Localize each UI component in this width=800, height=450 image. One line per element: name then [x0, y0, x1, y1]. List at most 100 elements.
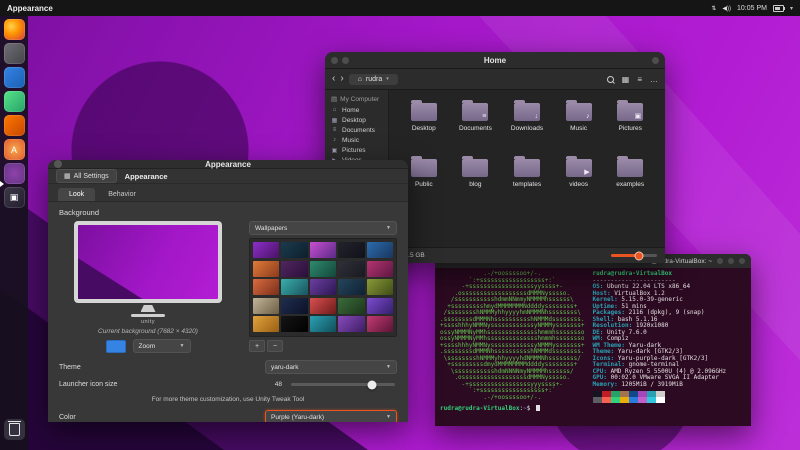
- zoom-slider-knob[interactable]: [634, 251, 643, 260]
- chevron-down-icon: ▼: [381, 364, 391, 370]
- wallpaper-thumbnail[interactable]: [281, 298, 307, 314]
- folder-tile[interactable]: ▣ Pictures: [605, 98, 655, 152]
- minimize-button[interactable]: [717, 258, 723, 264]
- wallpaper-thumbnail[interactable]: [310, 242, 336, 258]
- wallpaper-thumbnail[interactable]: [310, 298, 336, 314]
- folder-tile[interactable]: ♪ Music: [554, 98, 604, 152]
- firefox-icon[interactable]: [4, 19, 25, 40]
- files-content-grid: Desktop ≡ Documents ↓ Downloads: [389, 90, 665, 247]
- palette-swatch: [602, 397, 611, 403]
- palette-swatch: [629, 397, 638, 403]
- trash-launcher-item[interactable]: [4, 419, 25, 440]
- sidebar-item[interactable]: ≡ Documents: [325, 125, 388, 135]
- sidebar-item-icon: ▦: [331, 117, 338, 124]
- sidebar-item[interactable]: ▣ Pictures: [325, 145, 388, 155]
- wallpaper-thumbnail[interactable]: [367, 298, 393, 314]
- sidebar-item[interactable]: ♪ Music: [325, 135, 388, 145]
- wallpaper-thumbnail[interactable]: [338, 242, 364, 258]
- sidebar-item-icon: ♪: [331, 137, 338, 143]
- search-icon[interactable]: [607, 76, 614, 83]
- chevron-down-icon: ▾: [386, 76, 389, 82]
- libreoffice-calc-icon[interactable]: [4, 91, 25, 112]
- network-icon[interactable]: ⇅: [711, 5, 716, 12]
- folder-tile[interactable]: blog: [451, 154, 501, 208]
- add-wallpaper-button[interactable]: +: [249, 340, 265, 352]
- wallpaper-thumbnail[interactable]: [367, 242, 393, 258]
- terminal-prompt[interactable]: rudra@rudra-VirtualBox:~$: [440, 405, 746, 413]
- folder-label: Documents: [459, 125, 492, 132]
- wallpaper-thumbnail[interactable]: [338, 261, 364, 277]
- wallpaper-thumbnail[interactable]: [281, 261, 307, 277]
- menu-icon[interactable]: …: [650, 75, 658, 84]
- libreoffice-impress-icon[interactable]: [4, 115, 25, 136]
- folder-emblem-icon: ≡: [482, 113, 486, 120]
- wallpaper-thumbnail[interactable]: [253, 298, 279, 314]
- wallpaper-thumbnail[interactable]: [338, 298, 364, 314]
- close-button[interactable]: [739, 258, 745, 264]
- wallpaper-thumbnail[interactable]: [367, 279, 393, 295]
- trash-icon: [9, 423, 20, 436]
- wallpaper-thumbnail[interactable]: [253, 261, 279, 277]
- zoom-slider[interactable]: [611, 254, 657, 257]
- folder-tile[interactable]: ▶ videos: [554, 154, 604, 208]
- wallpaper-thumbnail[interactable]: [253, 279, 279, 295]
- background-color-swatch[interactable]: [106, 340, 126, 353]
- files-icon[interactable]: [4, 43, 25, 64]
- folder-icon: [462, 159, 488, 177]
- path-bar[interactable]: ⌂ rudra ▾: [349, 74, 398, 85]
- wallpaper-thumbnail[interactable]: [310, 316, 336, 332]
- battery-icon[interactable]: [773, 5, 784, 12]
- theme-dropdown[interactable]: yaru-dark ▼: [265, 360, 397, 374]
- folder-tile[interactable]: examples: [605, 154, 655, 208]
- tab-look[interactable]: Look: [58, 188, 95, 201]
- list-view-icon[interactable]: ≡: [637, 75, 642, 84]
- wallpaper-thumbnail[interactable]: [310, 261, 336, 277]
- palette-swatch: [647, 397, 656, 403]
- forward-button[interactable]: ›: [340, 74, 343, 84]
- appearance-titlebar[interactable]: Appearance: [48, 160, 408, 169]
- slider-knob[interactable]: [368, 380, 377, 389]
- wallpaper-thumbnail[interactable]: [253, 242, 279, 258]
- libreoffice-writer-icon[interactable]: [4, 67, 25, 88]
- wallpaper-thumbnail[interactable]: [338, 279, 364, 295]
- zoom-dropdown[interactable]: Zoom ▼: [133, 339, 191, 353]
- wallpaper-thumbnail[interactable]: [310, 279, 336, 295]
- sidebar-item-label: Desktop: [342, 117, 366, 124]
- settings-icon[interactable]: [4, 163, 25, 184]
- folder-tile[interactable]: Desktop: [399, 98, 449, 152]
- folder-tile[interactable]: templates: [502, 154, 552, 208]
- wallpaper-thumbnail[interactable]: [367, 316, 393, 332]
- breadcrumb: Appearance: [125, 172, 168, 181]
- maximize-button[interactable]: [728, 258, 734, 264]
- wallpaper-thumbnail[interactable]: [367, 261, 393, 277]
- wallpaper-thumbnail[interactable]: [281, 242, 307, 258]
- sidebar-item[interactable]: ⌂ Home: [325, 105, 388, 115]
- files-titlebar[interactable]: Home: [325, 52, 665, 69]
- volume-icon[interactable]: ◀)): [722, 5, 731, 12]
- clock-label[interactable]: 10:05 PM: [737, 5, 767, 12]
- sidebar-item[interactable]: ▦ Desktop: [325, 115, 388, 125]
- chevron-down-icon: ▼: [381, 225, 391, 231]
- wallpaper-thumbnail[interactable]: [281, 279, 307, 295]
- color-dropdown[interactable]: Purple (Yaru-dark) ▼: [265, 410, 397, 422]
- launcher-icon-size-slider[interactable]: [291, 383, 395, 386]
- folder-emblem-icon: ♪: [586, 113, 590, 120]
- wallpaper-thumbnail[interactable]: [281, 316, 307, 332]
- wallpaper-thumbnail[interactable]: [253, 316, 279, 332]
- folder-icon: [617, 159, 643, 177]
- grid-view-icon[interactable]: ▦: [622, 75, 630, 84]
- neofetch-info-line: Memory: 1205MiB / 3919MiB: [593, 382, 727, 389]
- appearance-tool-icon[interactable]: ▣: [4, 187, 25, 208]
- session-menu-icon[interactable]: ▾: [790, 5, 793, 12]
- remove-wallpaper-button[interactable]: −: [267, 340, 283, 352]
- back-button[interactable]: ‹: [332, 74, 335, 84]
- wallpapers-dropdown[interactable]: Wallpapers ▼: [249, 221, 397, 235]
- wallpaper-thumbnail[interactable]: [338, 316, 364, 332]
- folder-icon: [411, 159, 437, 177]
- ubuntu-software-icon[interactable]: A: [4, 139, 25, 160]
- folder-tile[interactable]: ↓ Downloads: [502, 98, 552, 152]
- tab-behavior[interactable]: Behavior: [97, 188, 147, 201]
- folder-tile[interactable]: ≡ Documents: [451, 98, 501, 152]
- terminal-body[interactable]: .-/+oossssoo+/-. `:+ssssssssssssssssss+:…: [435, 268, 751, 426]
- all-settings-button[interactable]: ▦ All Settings: [56, 169, 117, 183]
